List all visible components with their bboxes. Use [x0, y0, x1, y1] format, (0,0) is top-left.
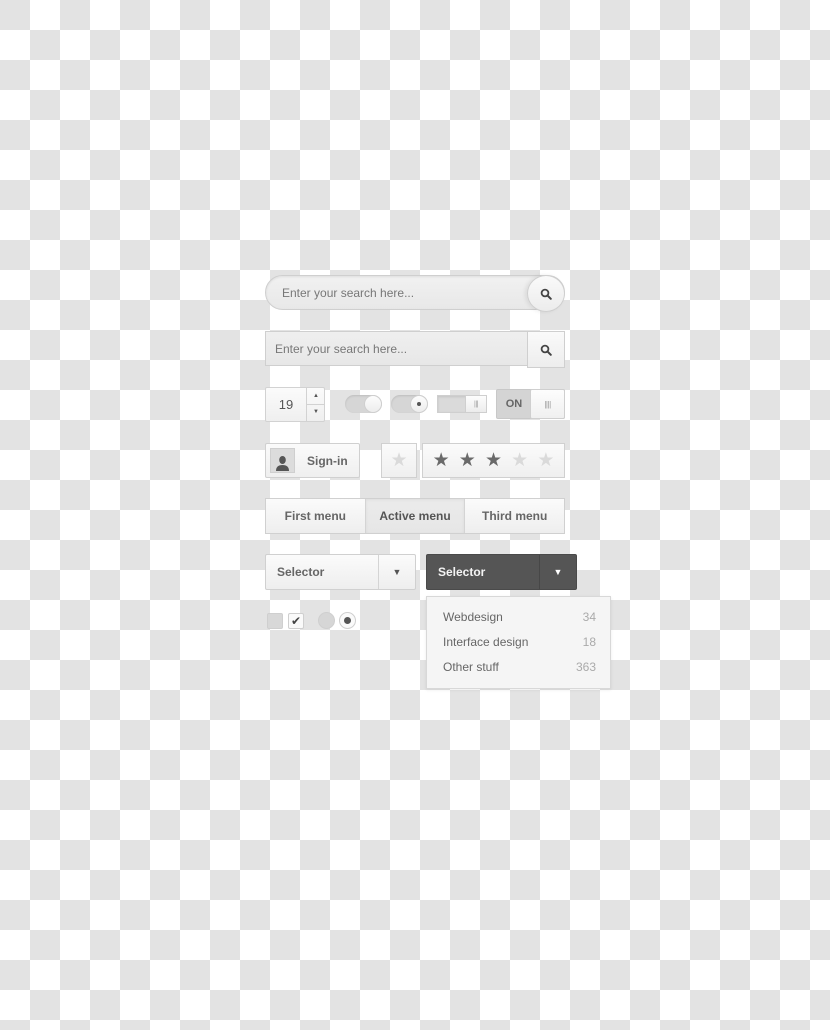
dropdown-item-name: Webdesign	[443, 610, 503, 624]
chevron-down-icon[interactable]: ▼	[539, 555, 576, 589]
avatar	[270, 448, 295, 473]
selector-dropdown-menu: Webdesign 34 Interface design 18 Other s…	[426, 596, 611, 689]
star-icon[interactable]: ★	[433, 451, 450, 470]
radio-dot-icon	[344, 617, 351, 624]
toggle-on-label: ON	[505, 398, 523, 410]
dropdown-item-name: Interface design	[443, 635, 529, 649]
toggle-knob[interactable]	[410, 395, 428, 413]
dropdown-item-name: Other stuff	[443, 660, 499, 674]
search-input-square[interactable]	[275, 332, 515, 365]
grip-icon[interactable]: ||||	[530, 389, 565, 419]
radio-unselected[interactable]	[318, 612, 335, 629]
sign-in-button[interactable]: Sign-in	[265, 443, 360, 478]
checkbox-unchecked[interactable]	[267, 613, 283, 629]
toggle-switch-2[interactable]	[391, 395, 428, 413]
star-icon: ★	[390, 450, 408, 471]
dot-icon	[417, 402, 421, 406]
stepper-down-button[interactable]: ▼	[307, 404, 325, 420]
toggle-knob[interactable]	[364, 395, 382, 413]
radio-selected[interactable]	[339, 612, 356, 629]
number-stepper: 19 ▲ ▼	[265, 387, 325, 422]
dropdown-item-count: 34	[582, 610, 596, 624]
arrow-up-icon: ▲	[313, 393, 319, 399]
dropdown-item[interactable]: Interface design 18	[427, 630, 610, 655]
stepper-up-button[interactable]: ▲	[307, 388, 325, 405]
search-button-square[interactable]	[527, 331, 565, 368]
dropdown-item[interactable]: Webdesign 34	[427, 605, 610, 630]
search-bar-square	[265, 331, 565, 368]
dropdown-item-count: 363	[575, 660, 596, 674]
dropdown-item-count: 18	[582, 635, 596, 649]
toggle-switch-3[interactable]: |||	[437, 395, 487, 413]
selector-light[interactable]: Selector ▼	[265, 554, 416, 590]
sign-in-label: Sign-in	[307, 453, 348, 468]
favorite-button[interactable]: ★	[381, 443, 417, 478]
segmented-menu: First menu Active menu Third menu	[265, 498, 565, 534]
stepper-value[interactable]: 19	[266, 388, 306, 421]
search-input-rounded[interactable]	[282, 276, 512, 309]
star-icon[interactable]: ★	[459, 451, 476, 470]
star-icon[interactable]: ★	[485, 451, 502, 470]
toggle-switch-1[interactable]	[345, 395, 382, 413]
checkmark-icon: ✔	[290, 614, 302, 628]
selector-dark[interactable]: Selector ▼	[426, 554, 577, 590]
search-icon	[540, 288, 552, 300]
user-icon	[276, 456, 289, 471]
menu-item-third[interactable]: Third menu	[465, 499, 564, 533]
star-icon[interactable]: ★	[537, 451, 554, 470]
selector-label: Selector	[438, 565, 486, 579]
arrow-down-icon: ▼	[313, 409, 319, 415]
selector-label: Selector	[277, 565, 325, 579]
dropdown-item[interactable]: Other stuff 363	[427, 655, 610, 680]
menu-item-active[interactable]: Active menu	[365, 499, 466, 533]
menu-item-first[interactable]: First menu	[266, 499, 366, 533]
search-button-rounded[interactable]	[527, 275, 565, 312]
star-rating: ★ ★ ★ ★ ★	[422, 443, 565, 478]
star-icon[interactable]: ★	[511, 451, 528, 470]
chevron-down-icon[interactable]: ▼	[378, 555, 415, 589]
search-bar-rounded	[265, 275, 565, 312]
search-icon	[540, 344, 552, 356]
grip-icon[interactable]: |||	[465, 395, 487, 413]
toggle-switch-on[interactable]: ON ||||	[496, 389, 565, 419]
checkbox-checked[interactable]: ✔	[288, 613, 304, 629]
